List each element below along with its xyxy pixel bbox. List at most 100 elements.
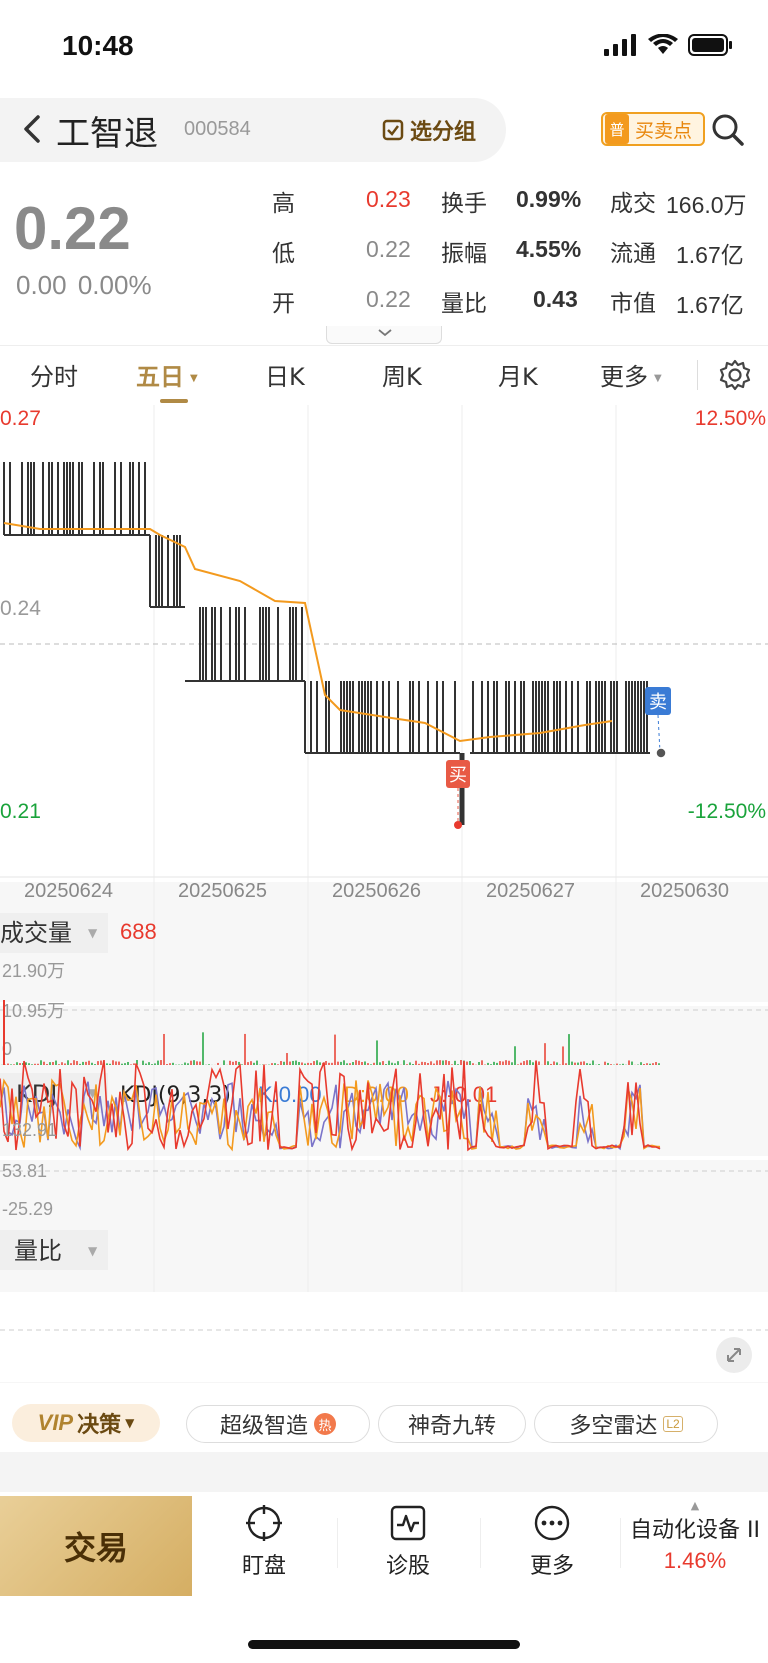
five-day-chart[interactable]: 0.27 0.24 0.21 12.50% -12.50% 买 卖 202506… [0, 405, 768, 1383]
stat-low-value: 0.22 [366, 236, 411, 263]
nav-more[interactable]: 更多 [502, 1504, 602, 1580]
pct-high-label: 12.50% [695, 407, 766, 430]
stat-deal-value: 166.0万 [666, 186, 747, 220]
stat-marketcap-value: 1.67亿 [676, 286, 744, 320]
settings-gear-icon[interactable] [718, 358, 752, 392]
nav-more-label: 更多 [530, 1548, 574, 1580]
feature-label: 超级智造 [220, 1408, 308, 1440]
date-label: 20250630 [640, 880, 729, 902]
caret-down-icon: ▼ [190, 373, 198, 384]
nav-diagnose[interactable]: 诊股 [358, 1504, 458, 1580]
pct-low-label: -12.50% [688, 800, 766, 823]
change-value: 0.00 [16, 270, 67, 300]
sell-marker-label: 卖 [649, 692, 667, 713]
sector-percent: 1.46% [622, 1548, 768, 1574]
tab-more-label: 更多 [600, 363, 648, 391]
ratio-panel-bg [0, 1160, 768, 1292]
tab-more[interactable]: 更多 ▼ [600, 357, 662, 392]
bs-badge: 普 [605, 114, 629, 144]
pulse-chart-icon [389, 1504, 427, 1542]
buy-point [454, 821, 462, 829]
price-high-label: 0.27 [0, 407, 41, 430]
more-dots-icon [533, 1504, 571, 1542]
kdj-tick: 53.81 [2, 1161, 47, 1181]
feature-label: 神奇九转 [408, 1408, 496, 1440]
chevron-down-icon [327, 326, 443, 342]
nav-watch-label: 盯盘 [242, 1548, 286, 1580]
volume-tick: 21.90万 [2, 961, 65, 981]
tab-five-day[interactable]: 五日 ▼ [136, 357, 198, 392]
stock-name: 工智退 [56, 106, 158, 155]
caret-down-icon: ▼ [88, 1244, 98, 1258]
hot-badge: 热 [314, 1413, 336, 1435]
date-label: 20250624 [24, 880, 113, 902]
tab-divider [697, 360, 698, 390]
stat-turnover-label: 换手 [441, 184, 487, 218]
stat-open-label: 开 [272, 284, 295, 318]
kdj-tick: 132.91 [2, 1120, 57, 1140]
volume-value: 688 [120, 919, 157, 944]
change-percent: 0.00% [78, 270, 152, 300]
active-tab-indicator [160, 399, 188, 403]
vip-decision-label: 决策 [77, 1407, 121, 1439]
vip-label: VIP [38, 1410, 73, 1436]
nav-watch[interactable]: 盯盘 [214, 1504, 314, 1580]
stat-volume-ratio-value: 0.43 [533, 286, 578, 313]
l2-badge: L2 [663, 1416, 682, 1432]
select-group-label: 选分组 [410, 114, 476, 146]
feature-bull-bear-radar[interactable]: 多空雷达 L2 [534, 1405, 718, 1443]
sector-info[interactable]: ▲ 自动化设备 II 1.46% [622, 1500, 768, 1574]
ratio-label: 量比 [14, 1237, 62, 1265]
tab-intraday[interactable]: 分时 [30, 357, 78, 392]
volume-tick: 10.95万 [2, 1001, 65, 1021]
date-label: 20250626 [332, 880, 421, 902]
buy-sell-points-button[interactable]: 普 买卖点 [601, 112, 705, 146]
checkbox-icon [382, 119, 404, 141]
caret-down-icon: ▼ [88, 926, 98, 940]
tab-daily-k[interactable]: 日K [265, 357, 305, 392]
tab-monthly-k[interactable]: 月K [498, 357, 538, 392]
sector-name: 自动化设备 II [622, 1512, 768, 1544]
back-icon[interactable] [18, 112, 48, 146]
search-icon[interactable] [711, 113, 745, 147]
stat-high-label: 高 [272, 184, 295, 218]
stat-amplitude-label: 振幅 [441, 234, 487, 268]
trade-button[interactable]: 交易 [0, 1496, 192, 1596]
current-price: 0.22 [14, 194, 131, 263]
crosshair-icon [245, 1504, 283, 1542]
bs-label: 买卖点 [635, 116, 692, 143]
stock-code: 000584 [184, 118, 251, 141]
stat-marketcap-label: 市值 [610, 284, 656, 318]
feature-super-manufacture[interactable]: 超级智造 热 [186, 1405, 370, 1443]
wifi-icon [648, 34, 678, 56]
select-group-button[interactable]: 选分组 [382, 114, 476, 146]
date-label: 20250627 [486, 880, 575, 902]
status-time: 10:48 [62, 30, 134, 62]
buy-marker-label: 买 [449, 765, 467, 786]
date-label: 20250625 [178, 880, 267, 902]
stat-low-label: 低 [272, 234, 295, 268]
stat-float-label: 流通 [610, 234, 656, 268]
tab-weekly-k[interactable]: 周K [382, 357, 422, 392]
expand-quote-button[interactable] [326, 326, 442, 344]
stat-high-value: 0.23 [366, 186, 411, 213]
feature-magic-nine[interactable]: 神奇九转 [378, 1405, 526, 1443]
status-icons [604, 34, 734, 56]
stat-float-value: 1.67亿 [676, 236, 744, 270]
price-mid-label: 0.24 [0, 597, 41, 620]
tab-five-day-label: 五日 [136, 363, 184, 391]
vip-decision-button[interactable]: VIP 决策 ▼ [12, 1404, 160, 1442]
stat-open-value: 0.22 [366, 286, 411, 313]
volume-label: 成交量 [0, 919, 72, 947]
caret-up-icon: ▲ [622, 1500, 768, 1512]
nav-diagnose-label: 诊股 [386, 1548, 430, 1580]
battery-icon [688, 34, 734, 56]
feature-label: 多空雷达 [569, 1408, 657, 1440]
stat-volume-ratio-label: 量比 [441, 284, 487, 318]
home-indicator [248, 1640, 520, 1649]
kdj-tick: -25.29 [2, 1199, 53, 1219]
price-low-label: 0.21 [0, 800, 41, 823]
signal-icon [604, 34, 638, 56]
stat-deal-label: 成交 [610, 184, 656, 218]
caret-down-icon: ▼ [654, 373, 662, 384]
